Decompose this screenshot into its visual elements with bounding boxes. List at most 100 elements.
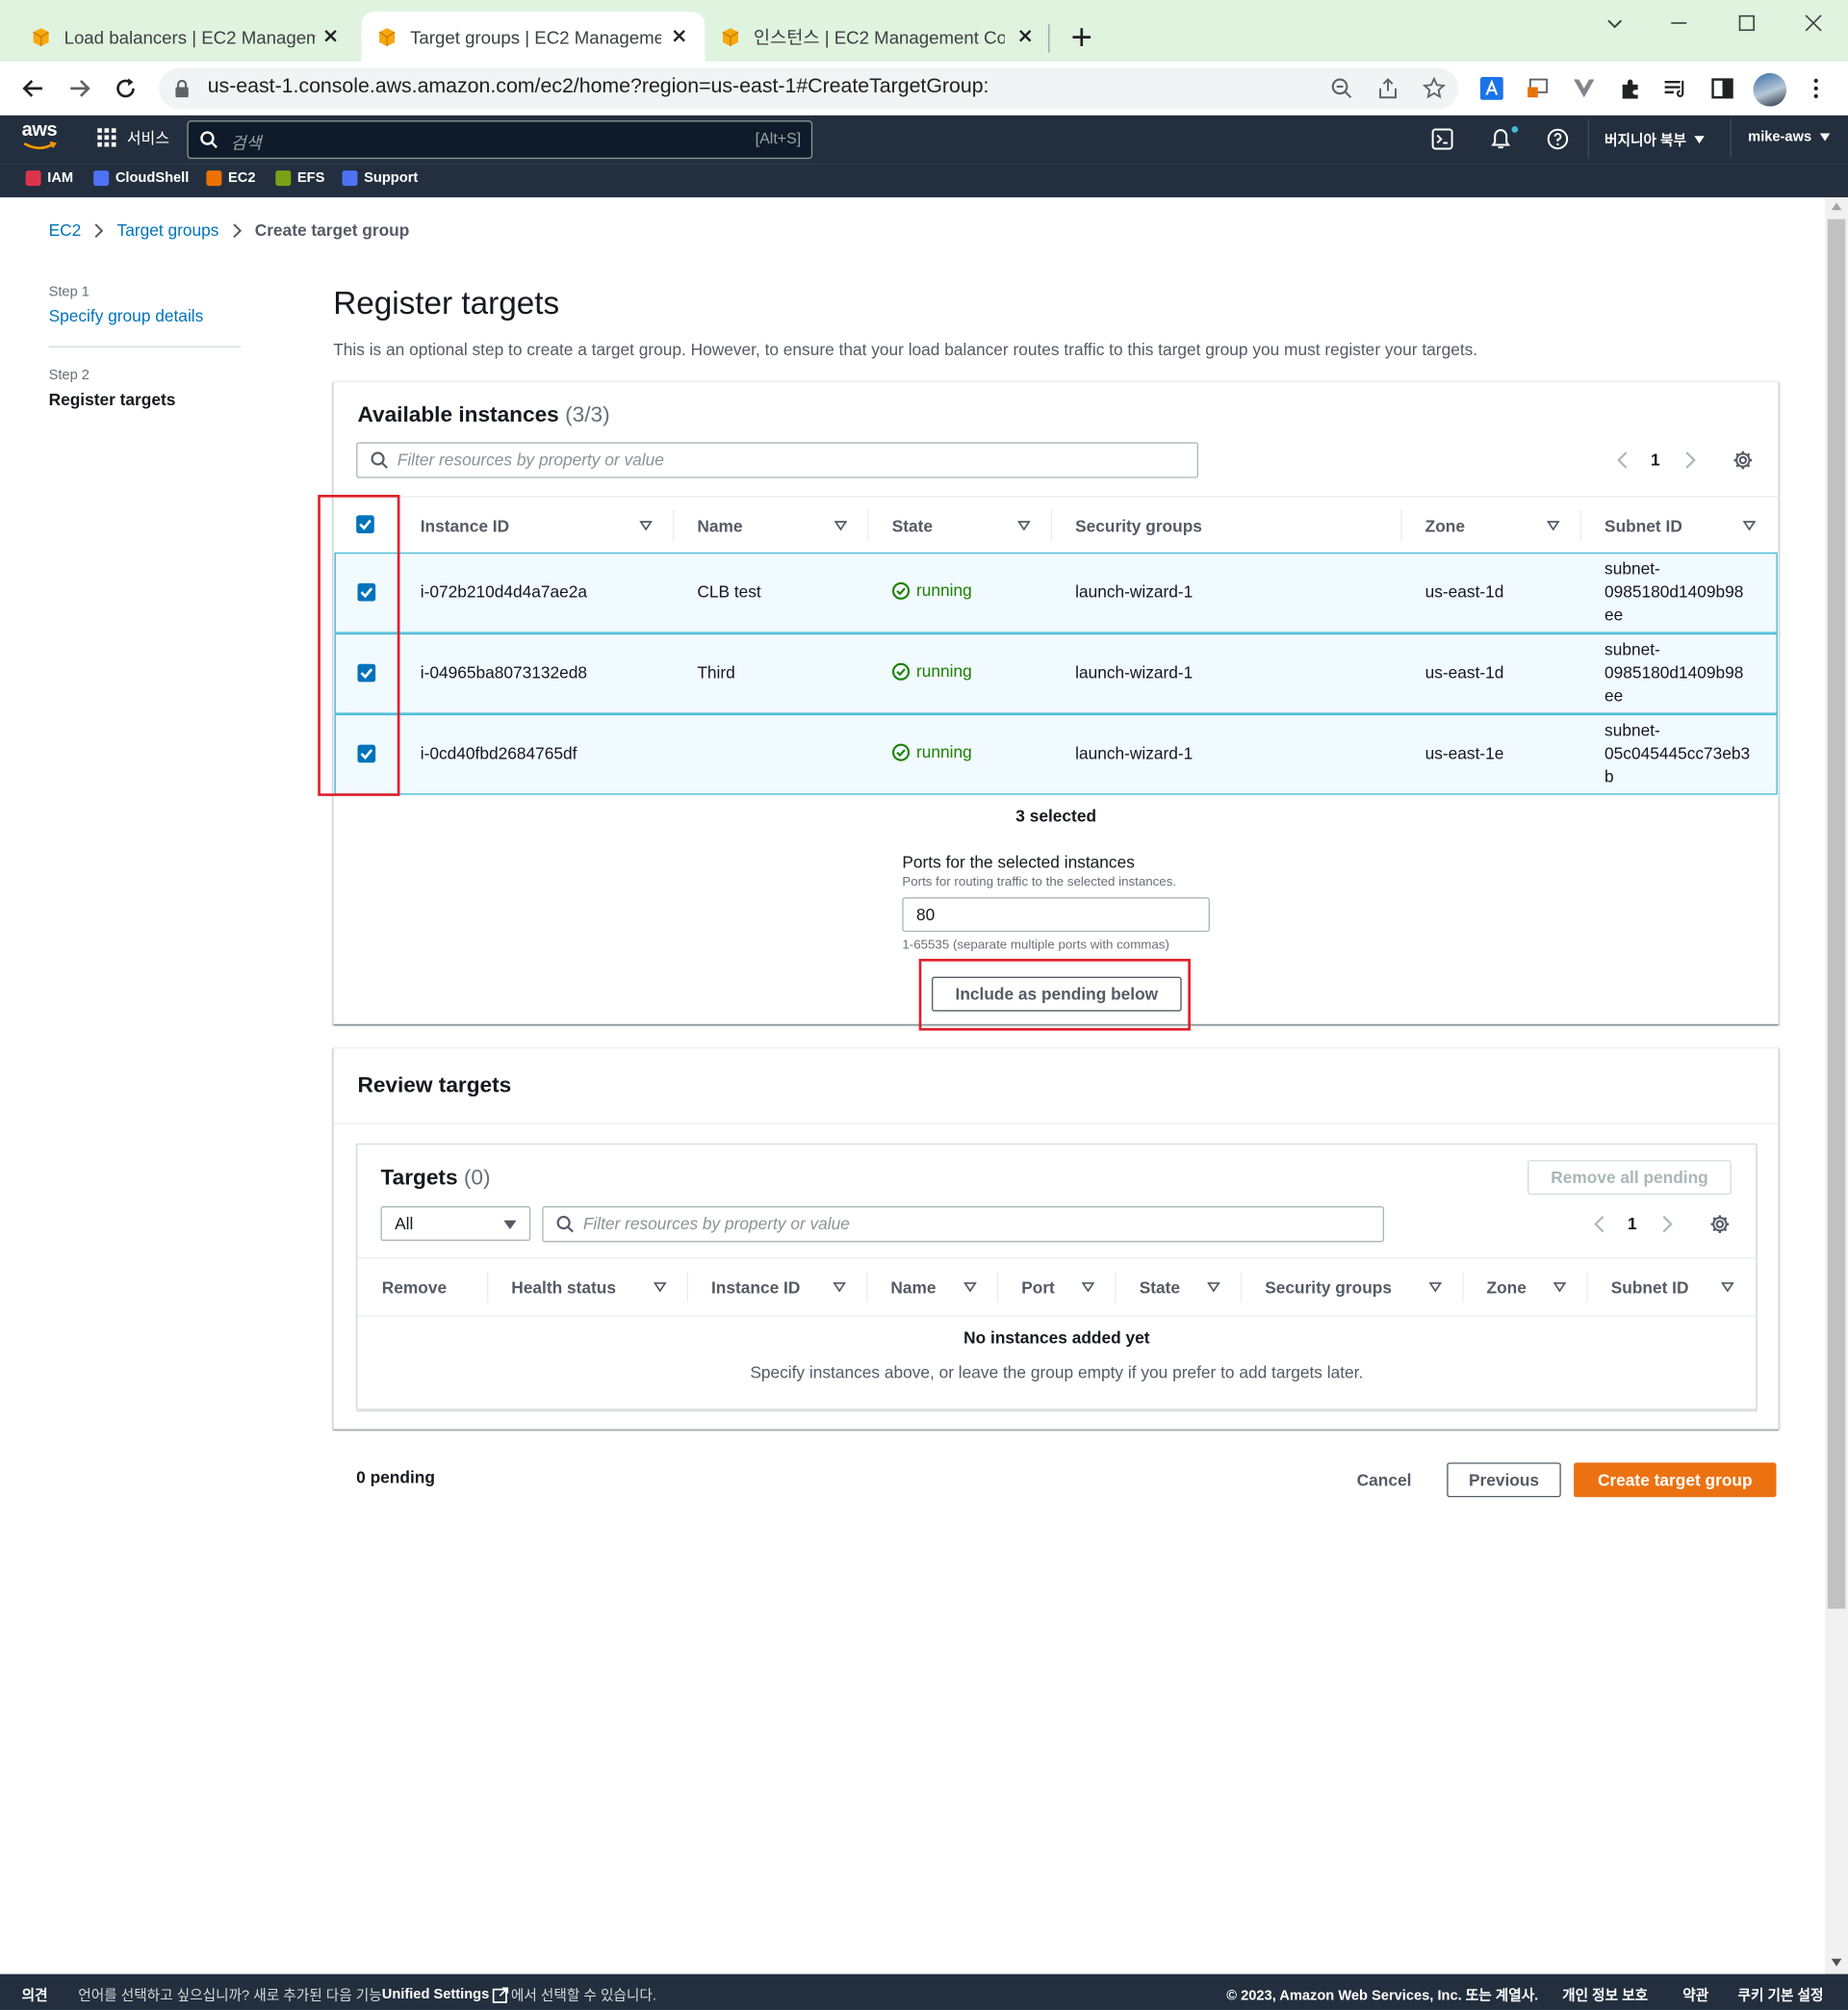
column-zone[interactable]: Zone <box>1487 1259 1527 1316</box>
sort-icon[interactable] <box>1721 1280 1734 1293</box>
close-tab-icon[interactable] <box>321 26 341 46</box>
column-health-status[interactable]: Health status <box>511 1259 616 1316</box>
favorite-efs[interactable]: EFS <box>275 170 324 187</box>
notifications-bell-icon[interactable] <box>1488 125 1519 151</box>
favorite-ec2[interactable]: EC2 <box>206 170 256 187</box>
column-security-groups[interactable]: Security groups <box>1075 498 1202 554</box>
sort-icon[interactable] <box>1207 1280 1220 1293</box>
table-row[interactable]: i-04965ba8073132ed8 Third running launch… <box>334 632 1778 714</box>
column-name[interactable]: Name <box>890 1259 936 1316</box>
maximize-icon[interactable] <box>1736 13 1757 33</box>
back-arrow-icon[interactable] <box>20 76 46 102</box>
window-close-icon[interactable] <box>1803 13 1823 33</box>
region-selector[interactable]: 버지니아 북부 <box>1604 129 1705 149</box>
sort-icon[interactable] <box>1547 519 1560 531</box>
address-bar[interactable]: us-east-1.console.aws.amazon.com/ec2/hom… <box>159 67 1459 110</box>
column-port[interactable]: Port <box>1021 1259 1055 1316</box>
sort-icon[interactable] <box>1017 519 1031 531</box>
available-page-number[interactable]: 1 <box>1651 450 1660 469</box>
sort-icon[interactable] <box>833 1280 846 1293</box>
next-page-chevron-icon[interactable] <box>1684 451 1697 470</box>
column-state[interactable]: State <box>892 498 933 554</box>
sort-icon[interactable] <box>1081 1280 1095 1293</box>
minimize-icon[interactable] <box>1669 13 1689 33</box>
privacy-link[interactable]: 개인 정보 보호 <box>1562 1984 1648 2004</box>
prev-page-chevron-icon[interactable] <box>1593 1215 1605 1233</box>
remove-all-pending-button[interactable]: Remove all pending <box>1527 1160 1732 1196</box>
cookie-preferences-link[interactable]: 쿠키 기본 설정 <box>1738 1984 1824 2004</box>
favorite-iam[interactable]: IAM <box>25 170 73 187</box>
help-icon[interactable] <box>1547 128 1569 150</box>
column-instance-id[interactable]: Instance ID <box>711 1259 800 1316</box>
sort-icon[interactable] <box>1742 519 1757 531</box>
aws-search-input[interactable]: 검색 [Alt+S] <box>187 120 813 160</box>
new-tab-icon[interactable] <box>1070 26 1093 49</box>
services-menu-button[interactable]: 서비스 <box>97 127 169 149</box>
vue-extension-icon[interactable] <box>1573 77 1596 100</box>
tab-search-chevron-icon[interactable] <box>1604 13 1625 33</box>
favorite-support[interactable]: Support <box>342 170 418 187</box>
targets-table-header: Remove Health status Instance ID Name Po… <box>357 1257 1757 1317</box>
create-target-group-button[interactable]: Create target group <box>1574 1462 1777 1498</box>
browser-tab-instances[interactable]: 인스턴스 | EC2 Management Console <box>707 12 1051 62</box>
cast-extension-icon[interactable] <box>1527 77 1550 100</box>
next-page-chevron-icon[interactable] <box>1661 1215 1674 1233</box>
breadcrumb-target-groups[interactable]: Target groups <box>117 220 219 240</box>
chrome-menu-icon[interactable] <box>1805 77 1828 100</box>
column-subnet-id[interactable]: Subnet ID <box>1611 1259 1689 1316</box>
favorite-cloudshell[interactable]: CloudShell <box>93 170 189 187</box>
column-instance-id[interactable]: Instance ID <box>421 498 509 554</box>
column-name[interactable]: Name <box>697 498 742 554</box>
vertical-scrollbar[interactable] <box>1825 197 1848 1974</box>
close-tab-icon[interactable] <box>1015 26 1036 46</box>
targets-filter-input[interactable]: Filter resources by property or value <box>542 1206 1385 1243</box>
preferences-gear-icon[interactable] <box>1732 450 1753 470</box>
reading-list-icon[interactable] <box>1663 77 1686 100</box>
column-security-groups[interactable]: Security groups <box>1265 1259 1392 1316</box>
sort-icon[interactable] <box>834 519 848 531</box>
browser-tab-target-groups[interactable]: Target groups | EC2 Management Console <box>361 11 706 62</box>
column-zone[interactable]: Zone <box>1425 498 1465 554</box>
extensions-puzzle-icon[interactable] <box>1619 77 1642 100</box>
side-panel-icon[interactable] <box>1711 77 1734 100</box>
scroll-up-arrow-icon[interactable] <box>1831 202 1842 211</box>
close-tab-icon[interactable] <box>669 26 689 46</box>
targets-page-number[interactable]: 1 <box>1628 1214 1637 1233</box>
reload-icon[interactable] <box>113 76 139 102</box>
zoom-icon[interactable] <box>1330 77 1353 100</box>
sort-icon[interactable] <box>963 1280 977 1293</box>
share-icon[interactable] <box>1376 77 1399 100</box>
cancel-button[interactable]: Cancel <box>1345 1462 1424 1496</box>
cloudshell-icon[interactable] <box>1431 128 1453 150</box>
browser-tab-load-balancers[interactable]: Load balancers | EC2 Management Console <box>18 12 357 62</box>
scroll-down-arrow-icon[interactable] <box>1831 1958 1842 1967</box>
zone-cell: us-east-1e <box>1424 743 1504 763</box>
bookmark-star-icon[interactable] <box>1422 76 1446 100</box>
targets-status-select[interactable]: All <box>380 1206 531 1241</box>
sort-icon[interactable] <box>654 1280 667 1293</box>
sort-icon[interactable] <box>1428 1280 1442 1293</box>
forward-arrow-icon[interactable] <box>66 76 92 102</box>
column-state[interactable]: State <box>1140 1259 1180 1316</box>
column-subnet-id[interactable]: Subnet ID <box>1604 498 1682 554</box>
breadcrumb-ec2[interactable]: EC2 <box>49 220 82 240</box>
sort-icon[interactable] <box>1553 1280 1567 1293</box>
lock-icon[interactable] <box>174 79 190 98</box>
table-row[interactable]: i-0cd40fbd2684765df running launch-wizar… <box>334 713 1778 795</box>
aws-logo[interactable]: aws <box>22 120 61 156</box>
preferences-gear-icon[interactable] <box>1709 1214 1730 1234</box>
prev-page-chevron-icon[interactable] <box>1616 451 1629 470</box>
terms-link[interactable]: 약관 <box>1682 1984 1708 2004</box>
table-row[interactable]: i-072b210d4d4a7ae2a CLB test running lau… <box>334 552 1778 633</box>
translate-extension-icon[interactable] <box>1479 76 1503 100</box>
account-menu[interactable]: mike-aws <box>1748 129 1830 144</box>
ports-input[interactable]: 80 <box>902 897 1210 933</box>
step-1-link[interactable]: Specify group details <box>49 306 204 325</box>
previous-button[interactable]: Previous <box>1447 1462 1561 1498</box>
scrollbar-thumb[interactable] <box>1827 219 1846 1610</box>
available-filter-input[interactable]: Filter resources by property or value <box>356 442 1198 478</box>
unified-settings-link[interactable]: Unified Settings <box>382 1987 489 2002</box>
feedback-link[interactable]: 의견 <box>22 1984 48 2004</box>
sort-icon[interactable] <box>639 519 653 531</box>
profile-avatar[interactable] <box>1753 72 1787 107</box>
